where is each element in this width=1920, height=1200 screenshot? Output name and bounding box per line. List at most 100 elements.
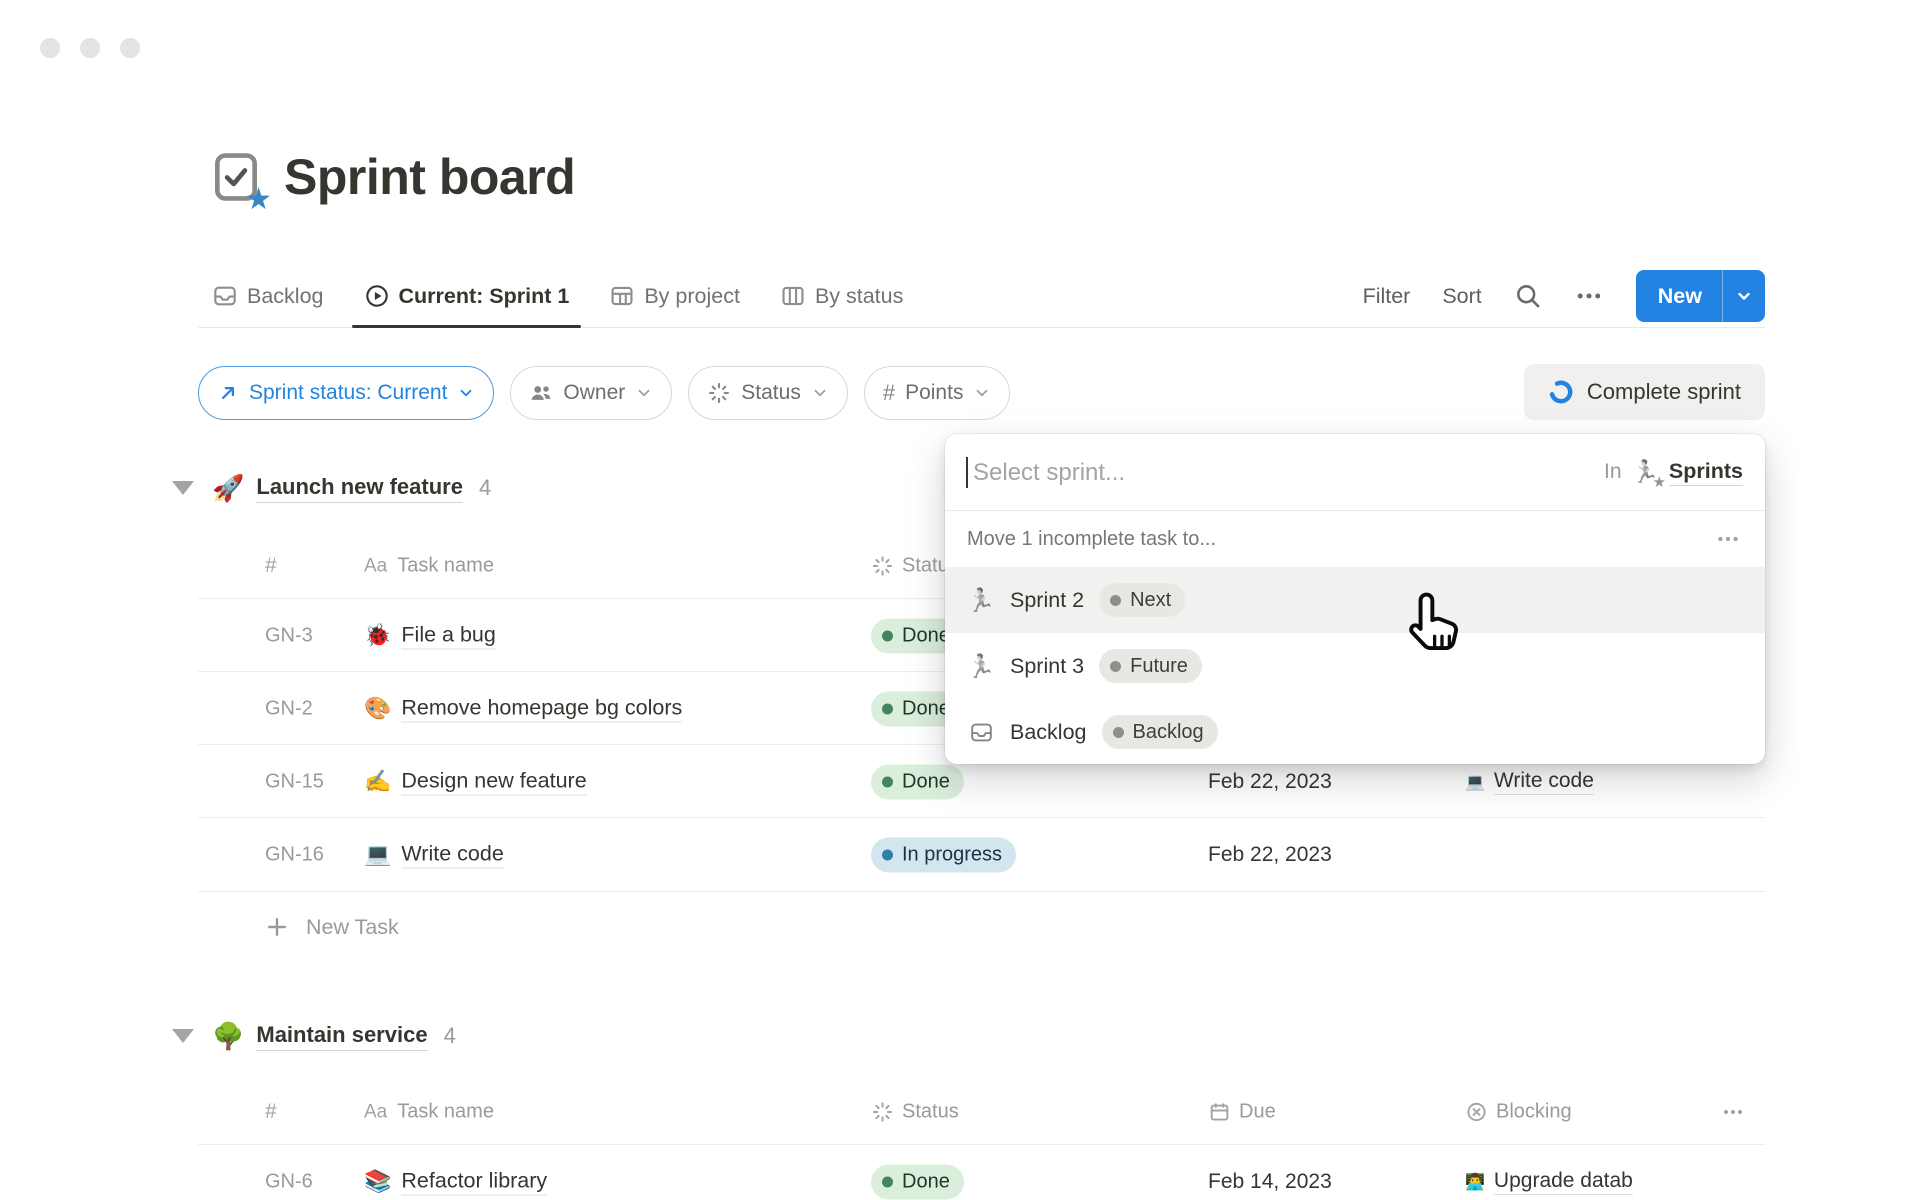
task-name[interactable]: Refactor library [401,1168,547,1195]
collapse-triangle-icon[interactable] [172,1029,194,1043]
dropdown-section-header: Move 1 incomplete task to... [945,511,1765,567]
calendar-icon [1208,1101,1231,1124]
status-cell[interactable]: In progress [871,837,1016,872]
group-title[interactable]: Maintain service [256,1022,427,1051]
status-cell[interactable]: Done [871,1164,964,1199]
due-date[interactable]: Feb 22, 2023 [1208,843,1332,867]
complete-sprint-button[interactable]: Complete sprint [1524,364,1765,420]
task-id: GN-3 [265,624,313,647]
search-icon[interactable] [1514,282,1542,310]
chip-points[interactable]: # Points [864,366,1011,420]
chip-label: Sprint status: Current [249,381,447,405]
more-options-icon[interactable] [1715,526,1741,552]
new-button[interactable]: New [1636,270,1765,322]
star-icon: ★ [245,185,272,215]
status-cell[interactable]: Done [871,764,964,799]
column-header-task-name[interactable]: Aa Task name [364,555,494,578]
page-title: Sprint board [284,148,575,206]
dropdown-option-backlog[interactable]: Backlog Backlog [945,699,1765,764]
sort-button[interactable]: Sort [1442,284,1481,309]
spinner-icon [707,381,731,405]
table-row[interactable]: GN-6 📚 Refactor library Done Feb 14, 202… [198,1144,1765,1200]
status-badge[interactable]: Done [871,764,964,799]
tab-current-sprint[interactable]: Current: Sprint 1 [352,265,582,327]
column-header-due[interactable]: Due [1208,1101,1276,1124]
task-name-cell[interactable]: ✍️ Design new feature [364,768,587,795]
tab-label: By project [644,284,740,309]
window-minimize-button[interactable] [80,38,100,58]
task-name-cell[interactable]: 🎨 Remove homepage bg colors [364,695,682,722]
due-date[interactable]: Feb 14, 2023 [1208,1170,1332,1194]
chevron-down-icon [973,384,991,402]
due-date[interactable]: Feb 22, 2023 [1208,770,1332,794]
status-dot [1113,727,1124,738]
chevron-down-icon[interactable] [1723,286,1765,306]
tab-label: By status [815,284,903,309]
new-button-label: New [1636,284,1722,309]
task-name[interactable]: Write code [401,841,503,868]
dropdown-option-sprint-3[interactable]: 🏃 Sprint 3 Future [945,633,1765,699]
progress-circle-icon [1548,379,1574,405]
chip-status[interactable]: Status [688,366,848,420]
column-header-status[interactable]: Status [871,1101,959,1124]
chip-label: Status [741,381,801,405]
status-dot [882,630,893,641]
window-close-button[interactable] [40,38,60,58]
tab-by-status[interactable]: By status [768,265,915,327]
page-icon[interactable]: ★ [208,149,264,205]
text-type-icon: Aa [364,555,387,577]
task-name-cell[interactable]: 🐞 File a bug [364,622,496,649]
view-tabs-bar: Backlog Current: Sprint 1 [198,265,1765,328]
page-header: ★ Sprint board [208,148,575,206]
task-emoji: ✍️ [364,769,391,795]
runner-icon: 🏃 [967,653,995,680]
tab-by-project[interactable]: By project [597,265,752,327]
task-name[interactable]: File a bug [401,622,495,649]
task-id: GN-2 [265,697,313,720]
blocking-cell[interactable]: 💻 Write code [1465,769,1594,795]
group-title[interactable]: Launch new feature [256,474,463,503]
dropdown-option-sprint-2[interactable]: 🏃 Sprint 2 Next [945,567,1765,633]
table-header: # Aa Task name Status [198,1080,1765,1144]
chip-sprint-status[interactable]: Sprint status: Current [198,366,494,420]
sprint-status-badge: Future [1099,649,1202,683]
blocked-icon [1465,1101,1488,1124]
task-name-cell[interactable]: 💻 Write code [364,841,504,868]
task-name[interactable]: Design new feature [401,768,586,795]
sprints-database-icon: 🏃★ [1632,459,1659,485]
tab-backlog[interactable]: Backlog [200,265,336,327]
column-header-more-icon[interactable] [1721,1100,1745,1124]
collapse-triangle-icon[interactable] [172,481,194,495]
table-row[interactable]: GN-16 💻 Write code In progress Feb 22, 2… [198,817,1765,892]
group-emoji: 🌳 [212,1021,244,1052]
task-id: GN-16 [265,843,324,866]
sprint-board-app: ★ Sprint board Backlog [0,0,1920,1200]
group-count: 4 [479,475,491,501]
column-header-id[interactable]: # [265,554,277,578]
more-options-icon[interactable] [1574,281,1604,311]
status-badge[interactable]: Done [871,1164,964,1199]
blocking-link[interactable]: Upgrade datab [1494,1169,1633,1195]
people-icon [529,381,553,405]
window-zoom-button[interactable] [120,38,140,58]
chip-owner[interactable]: Owner [510,366,672,420]
status-badge[interactable]: In progress [871,837,1016,872]
blocking-link[interactable]: Write code [1494,769,1594,795]
filter-chips: Sprint status: Current Owner [198,366,1010,420]
sprint-search-input[interactable] [971,434,1405,512]
inbox-icon [212,283,238,309]
task-name-cell[interactable]: 📚 Refactor library [364,1168,547,1195]
column-header-id[interactable]: # [265,1100,277,1124]
group-count: 4 [444,1023,456,1049]
spinner-icon [871,1101,894,1124]
sprints-database-link[interactable]: Sprints [1669,459,1743,486]
column-header-blocking[interactable]: Blocking [1465,1101,1572,1124]
column-header-task-name[interactable]: Aa Task name [364,1101,494,1124]
window-controls [40,38,140,58]
chevron-down-icon [457,384,475,402]
blocking-cell[interactable]: 👨‍💻 Upgrade datab [1465,1169,1633,1195]
task-name[interactable]: Remove homepage bg colors [401,695,682,722]
new-task-button[interactable]: New Task [265,892,399,962]
filter-button[interactable]: Filter [1363,284,1411,309]
status-dot [1110,595,1121,606]
